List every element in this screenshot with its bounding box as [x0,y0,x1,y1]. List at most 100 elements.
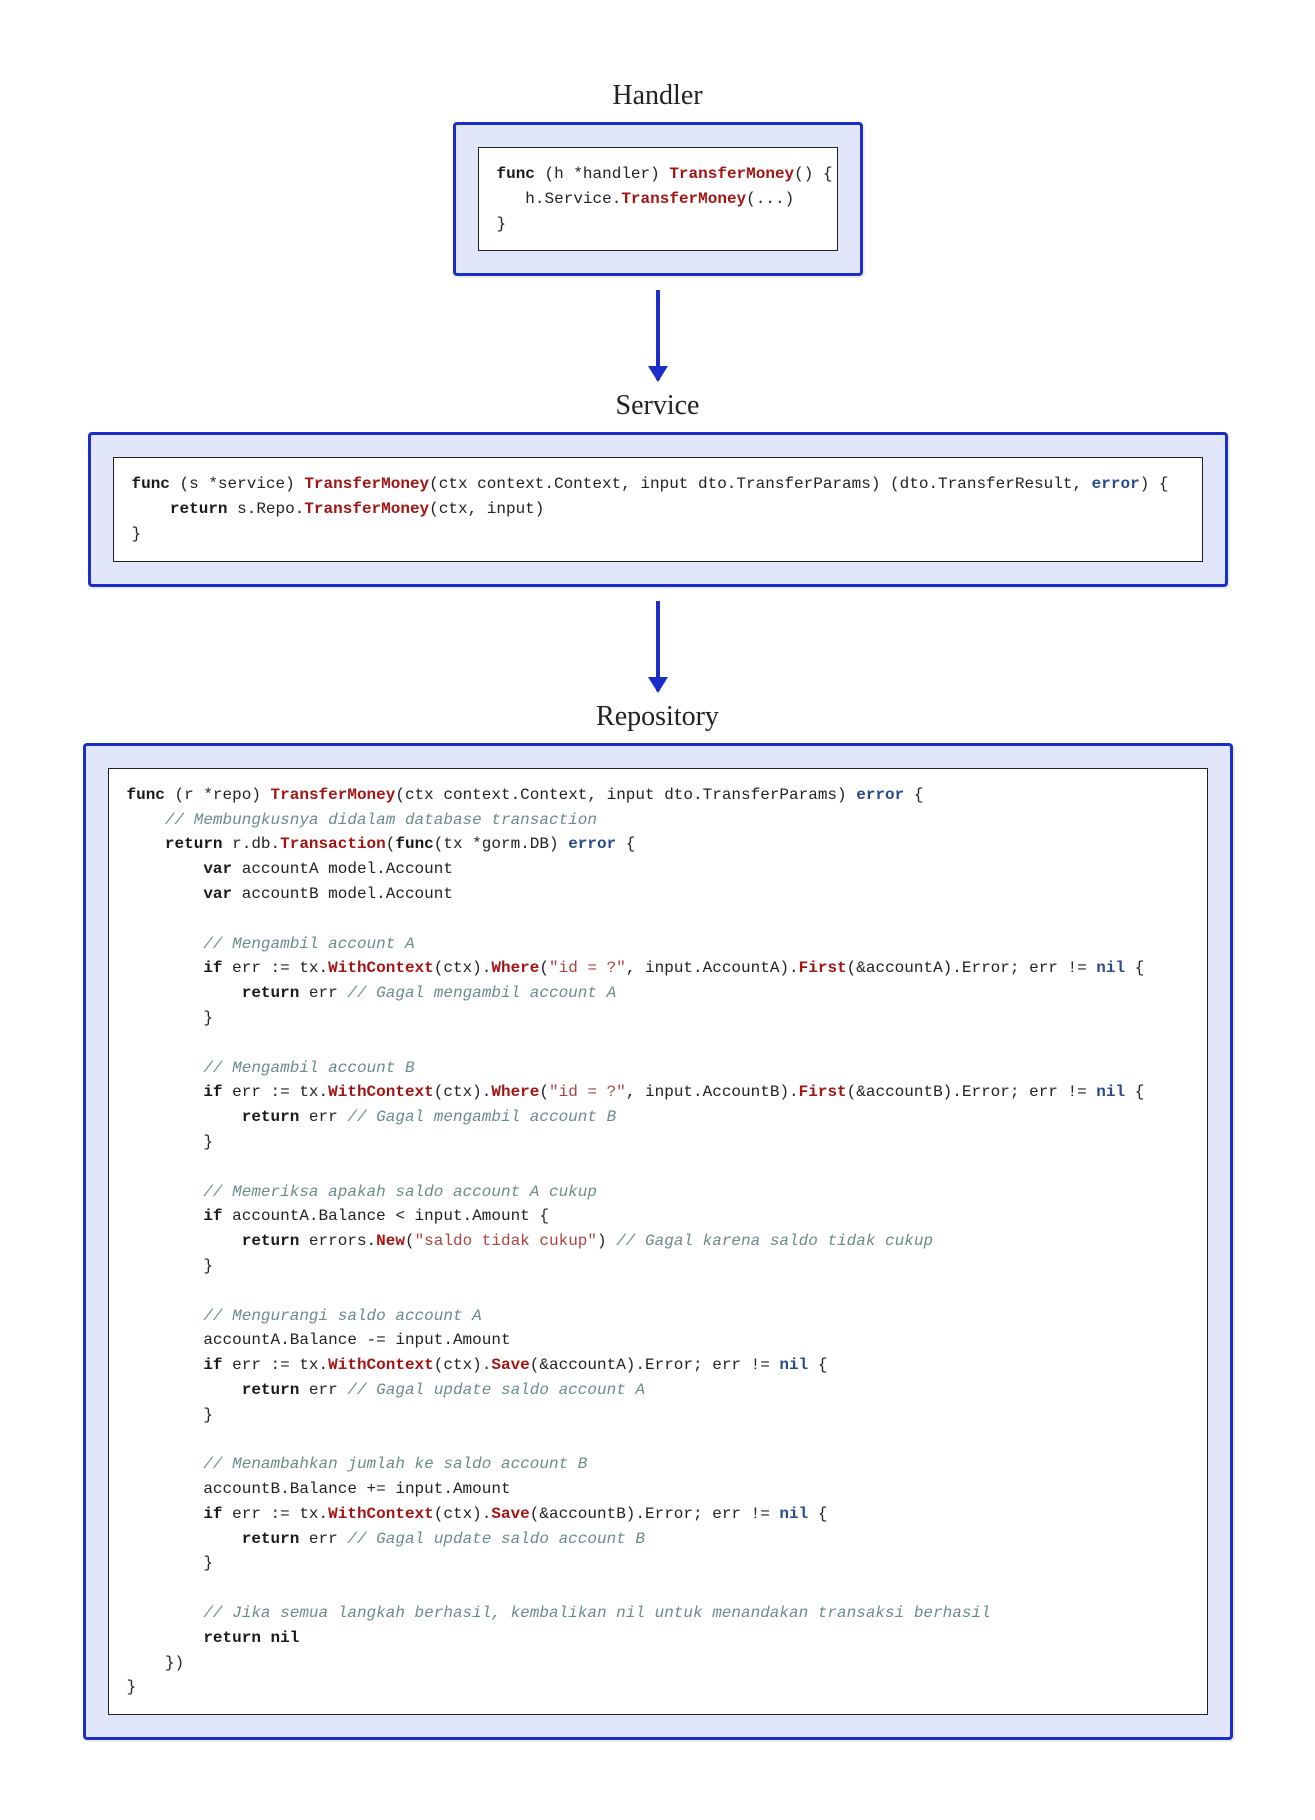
code [127,959,204,977]
code: accountA.Balance -= input.Amount [127,1331,511,1349]
fn-call: WithContext [328,1505,434,1523]
code: } [497,215,507,233]
kw-return-nil: return nil [203,1629,299,1647]
fn-call: Save [491,1505,529,1523]
kw-return: return [242,1108,300,1126]
kw-if: if [203,1505,222,1523]
code: } [127,1554,213,1572]
kw-if: if [203,959,222,977]
code: r.db. [223,835,281,853]
code: (h *handler) [535,165,669,183]
kw-func: func [497,165,535,183]
kw-return: return [242,1232,300,1250]
repository-label: Repository [60,701,1255,733]
kw-nil: nil [1096,959,1125,977]
code: } [127,1257,213,1275]
arrow-handler-service [60,290,1255,380]
comment: // Gagal mengambil account A [347,984,616,1002]
fn-call: WithContext [328,959,434,977]
fn-call: TransferMoney [304,500,429,518]
code: ( [539,1083,549,1101]
fn-call: Save [491,1356,529,1374]
kw-if: if [203,1356,222,1374]
string: "id = ?" [549,959,626,977]
code: } [127,1133,213,1151]
code: accountA.Balance < input.Amount { [223,1207,549,1225]
code: s.Repo. [228,500,305,518]
kw-nil: nil [779,1356,808,1374]
code: (ctx). [434,1083,492,1101]
code: ) [597,1232,616,1250]
fn-call: First [799,1083,847,1101]
kw-return: return [165,835,223,853]
code: err [299,1381,347,1399]
code [127,1232,242,1250]
code: } [127,1678,137,1696]
code: err := tx. [223,1505,329,1523]
code: ) { [1140,475,1169,493]
code: (ctx context.Context, input dto.Transfer… [395,786,856,804]
handler-box: func (h *handler) TransferMoney() { h.Se… [453,122,863,276]
code: err := tx. [223,1356,329,1374]
type-error: error [568,835,616,853]
code: ( [539,959,549,977]
code: (tx *gorm.DB) [434,835,568,853]
handler-label: Handler [60,80,1255,112]
arrow-service-repo [60,601,1255,691]
fn-call: TransferMoney [621,190,746,208]
kw-func: func [395,835,433,853]
code [127,835,165,853]
code: }) [127,1654,185,1672]
code: err := tx. [223,1083,329,1101]
code: err [299,1530,347,1548]
code: accountB.Balance += input.Amount [127,1480,511,1498]
fn-call: First [799,959,847,977]
kw-return: return [170,500,228,518]
kw-return: return [242,984,300,1002]
code [127,1381,242,1399]
code: accountA model.Account [232,860,453,878]
code [127,885,204,903]
fn-name: TransferMoney [304,475,429,493]
code [127,1505,204,1523]
code: (...) [746,190,794,208]
code [127,860,204,878]
type-error: error [1092,475,1140,493]
string: "id = ?" [549,1083,626,1101]
comment: // Gagal update saldo account A [347,1381,645,1399]
code: } [132,525,142,543]
fn-call: Transaction [280,835,386,853]
code [132,500,170,518]
kw-func: func [127,786,165,804]
code: { [1125,1083,1144,1101]
code: errors. [299,1232,376,1250]
comment: // Membungkusnya didalam database transa… [127,811,597,829]
code: err := tx. [223,959,329,977]
service-code: func (s *service) TransferMoney(ctx cont… [113,457,1203,561]
kw-return: return [242,1530,300,1548]
comment: // Gagal karena saldo tidak cukup [616,1232,933,1250]
code: { [808,1505,827,1523]
code: (ctx). [434,1505,492,1523]
repository-box: func (r *repo) TransferMoney(ctx context… [83,743,1233,1740]
code [127,984,242,1002]
comment: // Memeriksa apakah saldo account A cuku… [127,1183,597,1201]
code: (&accountB).Error; err != [847,1083,1097,1101]
code: (s *service) [170,475,304,493]
comment: // Menambahkan jumlah ke saldo account B [127,1455,588,1473]
kw-var: var [203,860,232,878]
code [127,1207,204,1225]
code: , input.AccountA). [626,959,799,977]
fn-call: New [376,1232,405,1250]
kw-nil: nil [1096,1083,1125,1101]
kw-return: return [242,1381,300,1399]
fn-name: TransferMoney [669,165,794,183]
code: } [127,1009,213,1027]
service-label: Service [60,390,1255,422]
fn-call: Where [491,959,539,977]
code: (ctx, input) [429,500,544,518]
code: err [299,984,347,1002]
comment: // Gagal update saldo account B [347,1530,645,1548]
code: (&accountA).Error; err != [847,959,1097,977]
comment: // Mengambil account B [127,1059,415,1077]
